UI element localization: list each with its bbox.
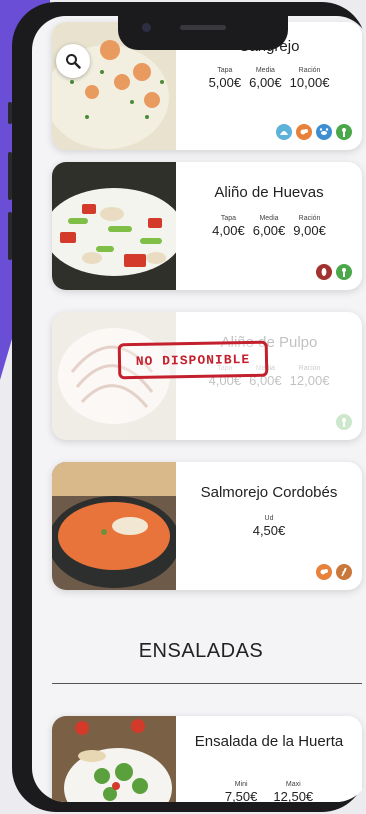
menu-item-name: Salmorejo Cordobés xyxy=(200,484,338,501)
menu-item-card[interactable]: Salmorejo Cordobés Ud 4,50€ xyxy=(52,462,362,590)
price-value: 12,50€ xyxy=(273,789,314,802)
price-label: Mini xyxy=(234,781,248,788)
celery-icon xyxy=(336,124,352,140)
egg-icon xyxy=(296,124,312,140)
price-label: Ración xyxy=(298,365,321,372)
phone-frame: de Cangrejo Tapa 5,00€ Media 6,00€ Ració… xyxy=(8,2,366,812)
celery-icon xyxy=(336,414,352,430)
price-value: 6,00€ xyxy=(249,75,282,90)
fish-icon xyxy=(316,264,332,280)
menu-item-card[interactable]: Aliño de Huevas Tapa 4,00€ Media 6,00€ R… xyxy=(52,162,362,290)
price-value: 4,50€ xyxy=(252,523,286,538)
menu-item-name: Aliño de Huevas xyxy=(214,184,324,201)
dish-photo-garden-salad xyxy=(52,716,176,802)
price-racion: Ración 9,00€ xyxy=(293,214,326,239)
allergen-list xyxy=(316,564,352,580)
allergen-list xyxy=(316,264,352,280)
price-label: Media xyxy=(255,67,275,74)
phone-mute-switch xyxy=(8,102,12,124)
speaker-icon xyxy=(180,25,226,30)
app-screen: de Cangrejo Tapa 5,00€ Media 6,00€ Ració… xyxy=(32,16,366,802)
gluten-icon xyxy=(336,564,352,580)
egg-icon xyxy=(316,564,332,580)
phone-volume-down xyxy=(8,212,12,260)
price-mini: Mini 7,50€ xyxy=(225,780,258,802)
price-list: Mini 7,50€ Maxi 12,50€ xyxy=(176,780,362,802)
price-tapa: Tapa 4,00€ xyxy=(212,214,245,239)
price-value: 6,00€ xyxy=(252,223,286,238)
price-label: Ración xyxy=(298,67,321,74)
price-value: 7,50€ xyxy=(224,789,258,802)
unavailable-stamp: NO DISPONIBLE xyxy=(117,340,269,380)
phone-volume-up xyxy=(8,152,12,200)
price-label: Ud xyxy=(264,515,274,522)
price-unit: Ud 4,50€ xyxy=(253,514,286,539)
search-button[interactable] xyxy=(56,44,90,78)
price-racion: Ración 12,00€ xyxy=(290,364,330,389)
price-label: Media xyxy=(259,215,279,222)
dish-photo-salmorejo xyxy=(52,462,176,590)
allergen-list xyxy=(276,124,352,140)
menu-item-info: Salmorejo Cordobés Ud 4,50€ xyxy=(176,462,362,590)
price-tapa: Tapa 5,00€ xyxy=(209,66,242,91)
price-maxi: Maxi 12,50€ xyxy=(273,780,313,802)
price-value: 10,00€ xyxy=(289,75,330,90)
price-label: Tapa xyxy=(217,67,233,74)
menu-item-info: Ensalada de la Huerta Mini 7,50€ Maxi 12… xyxy=(176,716,362,802)
price-racion: Ración 10,00€ xyxy=(290,66,330,91)
section-title: ENSALADAS xyxy=(138,640,264,662)
price-value: 9,00€ xyxy=(293,223,326,238)
menu-item-info: Aliño de Huevas Tapa 4,00€ Media 6,00€ R… xyxy=(176,162,362,290)
dish-photo-roe-salad xyxy=(52,162,176,290)
phone-notch xyxy=(118,16,288,50)
price-media: Media 6,00€ xyxy=(253,214,286,239)
price-list: Ud 4,50€ xyxy=(176,514,362,539)
section-divider xyxy=(52,683,362,684)
price-label: Tapa xyxy=(220,215,237,222)
price-list: Tapa 4,00€ Media 6,00€ Ración 9,00€ xyxy=(176,214,362,239)
price-value: 4,00€ xyxy=(212,223,245,238)
crustacean-icon xyxy=(316,124,332,140)
price-list: Tapa 5,00€ Media 6,00€ Ración 10,00€ xyxy=(176,66,362,91)
price-label: Ración xyxy=(298,215,321,222)
price-value: 12,00€ xyxy=(289,373,330,388)
menu-item-name: Ensalada de la Huerta xyxy=(194,733,344,750)
price-label: Maxi xyxy=(285,781,301,788)
celery-icon xyxy=(336,264,352,280)
camera-icon xyxy=(142,23,151,32)
price-media: Media 6,00€ xyxy=(249,66,282,91)
search-icon xyxy=(66,54,81,69)
menu-item-card[interactable]: Ensalada de la Huerta Mini 7,50€ Maxi 12… xyxy=(52,716,362,802)
shellfish-icon xyxy=(276,124,292,140)
allergen-list xyxy=(336,414,352,430)
price-value: 5,00€ xyxy=(208,75,242,90)
